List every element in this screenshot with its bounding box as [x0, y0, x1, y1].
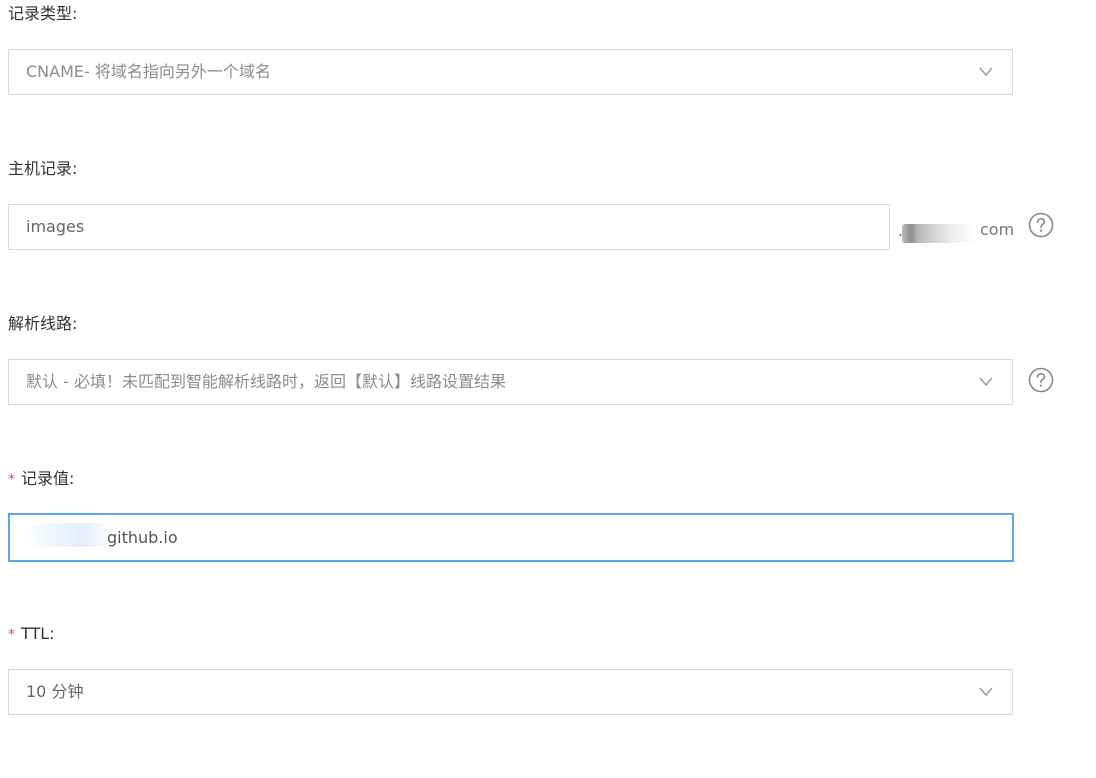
host-record-label: 主机记录:	[8, 159, 77, 179]
record-type-label: 记录类型:	[8, 4, 77, 24]
line-value: 默认 - 必填！未匹配到智能解析线路时，返回【默认】线路设置结果	[26, 372, 506, 391]
help-circle-icon[interactable]	[1028, 212, 1054, 238]
domain-suffix-text: com	[980, 220, 1015, 239]
chevron-down-icon	[979, 377, 993, 387]
host-record-label-text: 主机记录:	[8, 159, 78, 178]
host-record-input[interactable]: images	[8, 204, 890, 250]
help-circle-icon[interactable]	[1028, 367, 1054, 393]
chevron-down-icon	[979, 67, 993, 77]
record-value-masked	[24, 523, 110, 547]
record-value-label-text: 记录值:	[21, 469, 75, 488]
line-select[interactable]: 默认 - 必填！未匹配到智能解析线路时，返回【默认】线路设置结果	[8, 359, 1013, 405]
ttl-select[interactable]: 10 分钟	[8, 669, 1013, 715]
domain-suffix: . com	[898, 219, 1018, 243]
record-value-label: * 记录值:	[8, 469, 74, 490]
chevron-down-icon	[979, 687, 993, 697]
record-type-label-text: 记录类型:	[8, 4, 78, 23]
required-mark: *	[8, 472, 15, 488]
ttl-label: * TTL:	[8, 624, 55, 645]
record-type-select[interactable]: CNAME- 将域名指向另外一个域名	[8, 49, 1013, 95]
domain-suffix-blur	[902, 224, 976, 243]
record-value-input[interactable]: github.io	[8, 513, 1014, 562]
line-label-text: 解析线路:	[8, 314, 78, 333]
line-label: 解析线路:	[8, 314, 77, 334]
host-record-value: images	[26, 217, 85, 236]
record-value-value: github.io	[107, 528, 178, 547]
required-mark: *	[8, 627, 15, 643]
record-type-value: CNAME- 将域名指向另外一个域名	[26, 62, 271, 81]
ttl-value: 10 分钟	[26, 682, 84, 701]
ttl-label-text: TTL:	[21, 624, 55, 643]
